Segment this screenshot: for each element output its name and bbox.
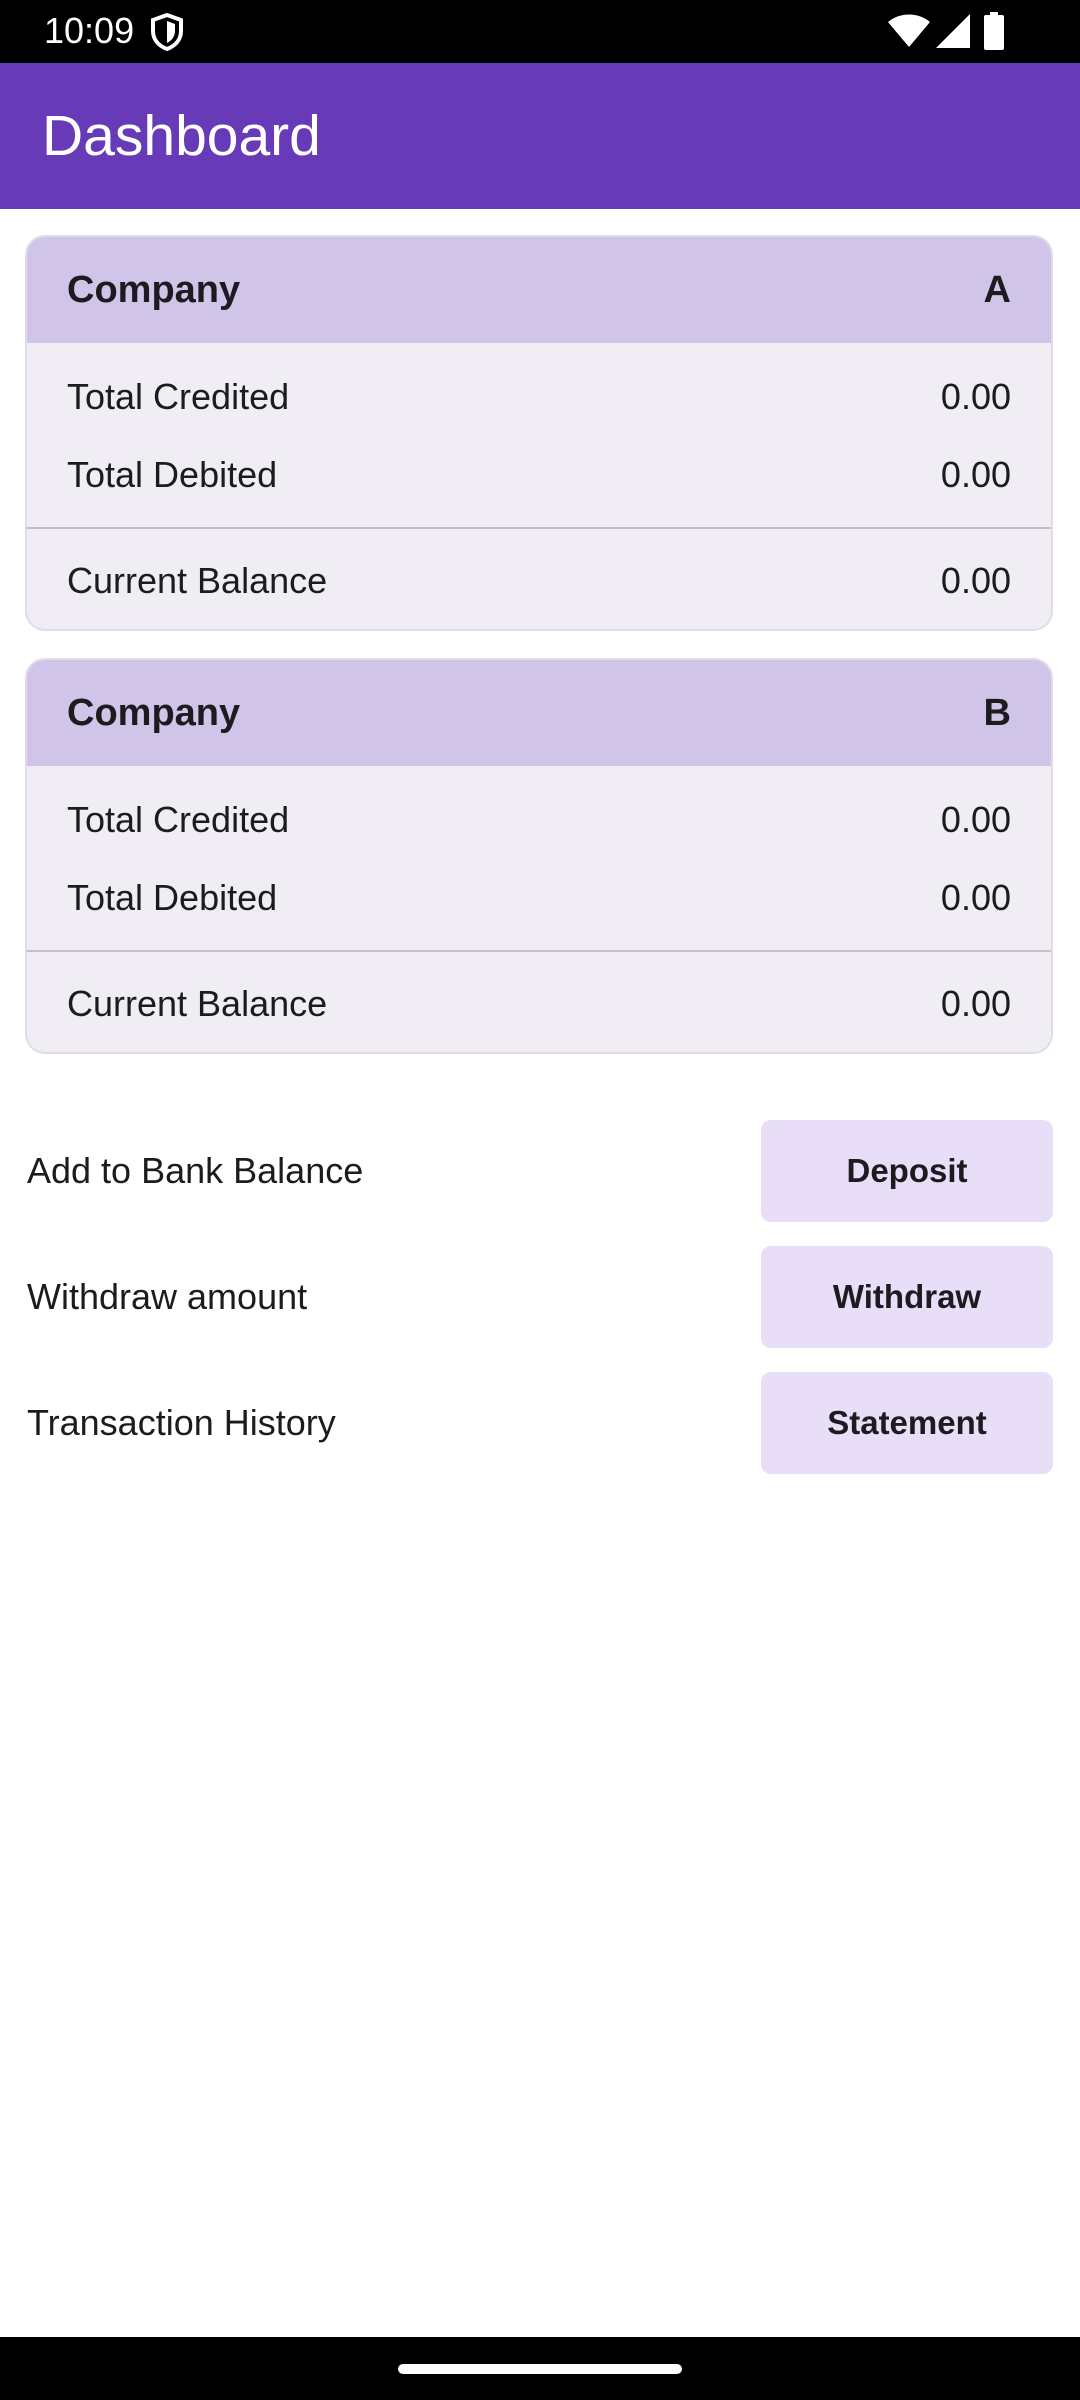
total-debited-label: Total Debited xyxy=(67,877,278,918)
card-header: Company B xyxy=(27,660,1051,766)
company-label: Company xyxy=(67,269,241,311)
company-name: B xyxy=(983,692,1011,734)
deposit-button[interactable]: Deposit xyxy=(761,1120,1053,1222)
app-bar: Dashboard xyxy=(0,63,1080,209)
current-balance-label: Current Balance xyxy=(67,983,328,1024)
deposit-label: Add to Bank Balance xyxy=(27,1150,364,1191)
divider xyxy=(27,950,1051,952)
page-title: Dashboard xyxy=(42,104,321,168)
total-debited-value: 0.00 xyxy=(940,877,1011,918)
current-balance-value: 0.00 xyxy=(940,983,1011,1024)
total-debited-row: Total Debited 0.00 xyxy=(67,452,1011,498)
total-debited-value: 0.00 xyxy=(940,454,1011,495)
total-credited-label: Total Credited xyxy=(67,799,290,840)
company-name: A xyxy=(983,269,1011,311)
shield-icon xyxy=(151,13,183,51)
current-balance-row: Current Balance 0.00 xyxy=(67,981,1011,1027)
current-balance-row: Current Balance 0.00 xyxy=(67,558,1011,604)
company-card-b: Company B Total Credited 0.00 Total Debi… xyxy=(25,658,1053,1054)
total-credited-row: Total Credited 0.00 xyxy=(67,797,1011,843)
divider xyxy=(27,527,1051,529)
withdraw-button[interactable]: Withdraw xyxy=(761,1246,1053,1348)
total-credited-row: Total Credited 0.00 xyxy=(67,374,1011,420)
home-indicator[interactable] xyxy=(398,2364,682,2374)
total-credited-value: 0.00 xyxy=(940,799,1011,840)
company-card-a: Company A Total Credited 0.00 Total Debi… xyxy=(25,235,1053,631)
total-debited-row: Total Debited 0.00 xyxy=(67,875,1011,921)
current-balance-value: 0.00 xyxy=(940,560,1011,601)
total-debited-label: Total Debited xyxy=(67,454,278,495)
withdraw-label: Withdraw amount xyxy=(27,1276,308,1317)
status-time: 10:09 xyxy=(44,10,135,51)
current-balance-label: Current Balance xyxy=(67,560,328,601)
card-header: Company A xyxy=(27,237,1051,343)
total-credited-label: Total Credited xyxy=(67,376,290,417)
total-credited-value: 0.00 xyxy=(940,376,1011,417)
battery-icon xyxy=(984,12,1004,50)
statement-button[interactable]: Statement xyxy=(761,1372,1053,1474)
navigation-bar xyxy=(0,2337,1080,2400)
status-bar: 10:09 xyxy=(0,0,1080,63)
statement-label: Transaction History xyxy=(27,1402,336,1443)
company-label: Company xyxy=(67,692,241,734)
wifi-icon xyxy=(888,14,930,47)
signal-icon xyxy=(936,14,970,48)
